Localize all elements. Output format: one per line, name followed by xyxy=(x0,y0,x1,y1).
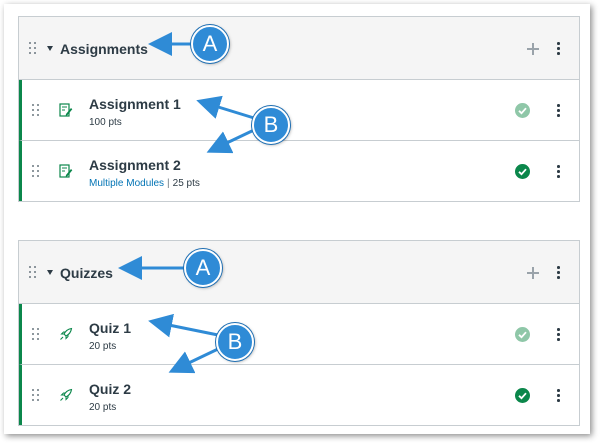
kebab-menu-icon[interactable] xyxy=(556,104,560,118)
callout-b: B xyxy=(252,106,290,144)
item-title[interactable]: Assignment 1 xyxy=(89,96,181,112)
group-title: Quizzes xyxy=(60,265,113,281)
callout-b: B xyxy=(216,323,254,361)
drag-handle-icon[interactable] xyxy=(29,266,37,279)
kebab-menu-icon[interactable] xyxy=(556,328,560,342)
kebab-menu-icon[interactable] xyxy=(556,165,560,179)
item-title[interactable]: Quiz 2 xyxy=(89,381,131,397)
caret-down-icon[interactable] xyxy=(47,46,53,51)
item-meta: Multiple Modules | 25 pts xyxy=(89,178,200,189)
drag-handle-icon[interactable] xyxy=(32,104,40,117)
group-title: Assignments xyxy=(60,41,148,57)
check-circle-icon[interactable] xyxy=(515,164,530,179)
check-circle-icon[interactable] xyxy=(515,388,530,403)
list-item[interactable]: Assignment 2 Multiple Modules | 25 pts xyxy=(19,140,579,201)
callout-a: A xyxy=(184,249,222,287)
item-points: 20 pts xyxy=(89,341,117,352)
drag-handle-icon[interactable] xyxy=(32,165,40,178)
meta-separator: | xyxy=(167,178,170,189)
list-item[interactable]: Quiz 1 20 pts xyxy=(19,304,579,364)
drag-handle-icon[interactable] xyxy=(32,389,40,402)
check-circle-icon[interactable] xyxy=(515,327,530,342)
item-points: 100 pts xyxy=(89,117,122,128)
item-title[interactable]: Quiz 1 xyxy=(89,320,131,336)
assignment-icon xyxy=(59,103,73,117)
drag-handle-icon[interactable] xyxy=(32,328,40,341)
check-circle-icon[interactable] xyxy=(515,103,530,118)
quizzes-group: Quizzes Quiz 1 20 pts Quiz 2 20 pts xyxy=(18,240,580,426)
item-points: 20 pts xyxy=(89,402,117,413)
rocket-quiz-icon xyxy=(60,388,73,401)
caret-down-icon[interactable] xyxy=(47,270,53,275)
item-points: 25 pts xyxy=(172,178,200,189)
group-header-assignments[interactable]: Assignments xyxy=(19,17,579,80)
kebab-menu-icon[interactable] xyxy=(556,389,560,403)
screenshot-frame: Assignments Assignment 1 100 pts Assignm… xyxy=(4,4,590,434)
item-title[interactable]: Assignment 2 xyxy=(89,157,181,173)
assignment-icon xyxy=(59,164,73,178)
assignments-group: Assignments Assignment 1 100 pts Assignm… xyxy=(18,16,580,202)
group-header-quizzes[interactable]: Quizzes xyxy=(19,241,579,304)
drag-handle-icon[interactable] xyxy=(29,42,37,55)
rocket-quiz-icon xyxy=(60,327,73,340)
plus-icon[interactable] xyxy=(527,267,539,279)
list-item[interactable]: Assignment 1 100 pts xyxy=(19,80,579,140)
kebab-menu-icon[interactable] xyxy=(556,266,560,280)
kebab-menu-icon[interactable] xyxy=(556,42,560,56)
multiple-modules-link[interactable]: Multiple Modules xyxy=(89,178,164,189)
callout-a: A xyxy=(191,25,229,63)
plus-icon[interactable] xyxy=(527,43,539,55)
list-item[interactable]: Quiz 2 20 pts xyxy=(19,364,579,425)
